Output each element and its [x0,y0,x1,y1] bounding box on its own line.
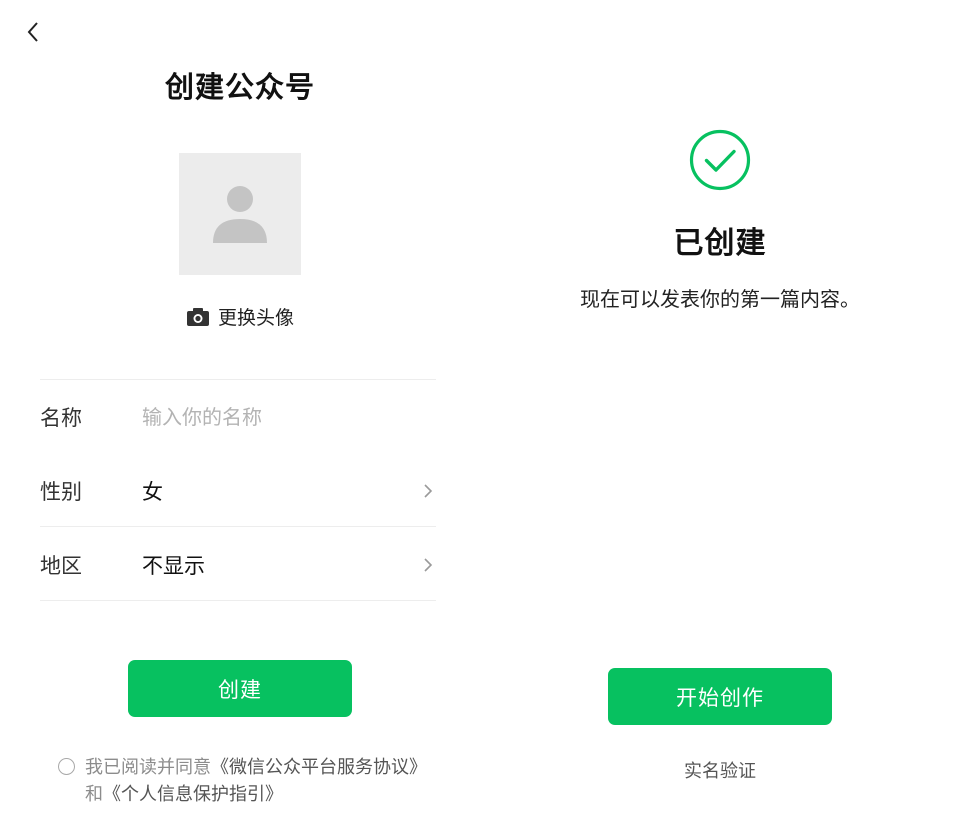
success-subtitle: 现在可以发表你的第一篇内容。 [580,287,860,311]
create-account-screen: 创建公众号 更换头像 名称 性别 女 地区 不显示 [0,0,480,825]
region-row[interactable]: 地区 不显示 [40,535,440,595]
gender-value: 女 [142,480,163,504]
created-success-screen: 已创建 现在可以发表你的第一篇内容。 开始创作 实名验证 [480,0,960,825]
divider [40,526,436,527]
chevron-right-icon [418,557,438,573]
region-label: 地区 [40,554,82,578]
privacy-guide-link[interactable]: 《个人信息保护指引》 [103,784,283,805]
agreement-prefix: 我已阅读并同意 [85,757,211,778]
avatar[interactable] [179,153,301,275]
success-title: 已创建 [673,226,767,261]
check-circle-icon [689,129,751,191]
name-input[interactable] [142,405,440,429]
page-title: 创建公众号 [164,70,315,104]
person-placeholder-icon [213,186,267,243]
chevron-left-icon [27,22,38,42]
agreement-text: 我已阅读并同意《微信公众平台服务协议》和《个人信息保护指引》 [85,754,428,808]
camera-icon [186,307,210,327]
agreement-and: 和 [85,784,103,805]
create-button[interactable]: 创建 [128,660,352,717]
back-button[interactable] [20,18,46,46]
start-creating-button[interactable]: 开始创作 [608,668,832,725]
divider [40,379,436,380]
name-label: 名称 [40,406,82,430]
real-name-verification-link[interactable]: 实名验证 [480,757,960,783]
divider [40,600,436,601]
region-value: 不显示 [142,554,205,578]
change-avatar-button[interactable]: 更换头像 [0,303,480,330]
gender-label: 性别 [40,480,82,504]
service-agreement-link[interactable]: 《微信公众平台服务协议》 [211,757,427,778]
chevron-right-icon [418,483,438,499]
change-avatar-label: 更换头像 [217,307,294,329]
gender-row[interactable]: 性别 女 [40,461,440,521]
name-row[interactable]: 名称 [40,387,440,447]
agreement-checkbox[interactable] [58,758,75,775]
agreement: 我已阅读并同意《微信公众平台服务协议》和《个人信息保护指引》 [58,754,428,808]
